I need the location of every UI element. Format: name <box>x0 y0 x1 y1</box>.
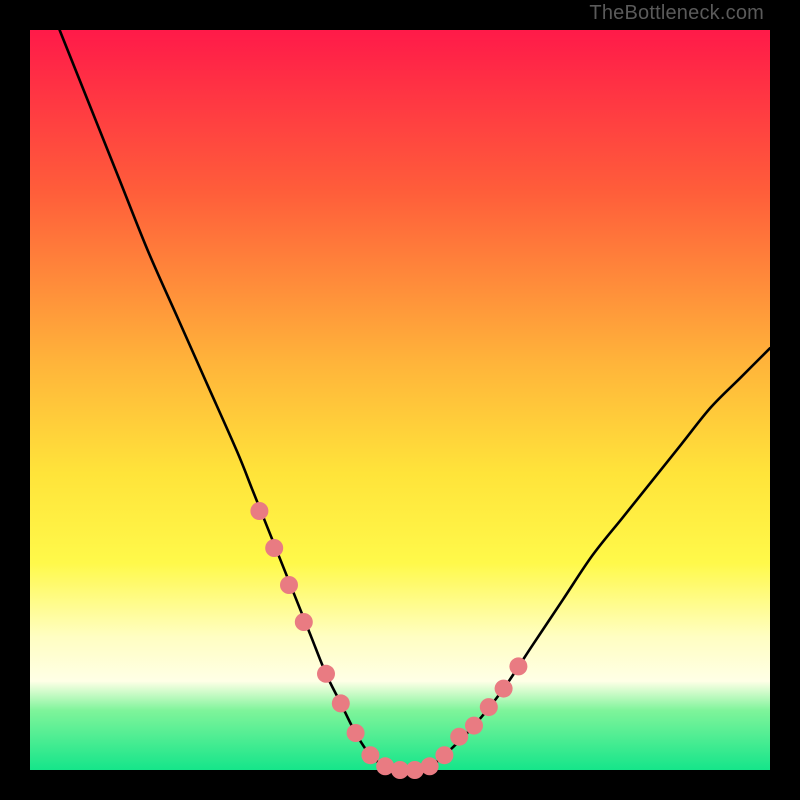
highlight-marker <box>317 665 335 683</box>
highlight-marker <box>480 698 498 716</box>
plot-area <box>30 30 770 770</box>
highlight-marker <box>421 757 439 775</box>
highlight-marker <box>435 746 453 764</box>
watermark-text: TheBottleneck.com <box>589 2 764 25</box>
highlight-marker <box>347 724 365 742</box>
highlight-marker <box>295 613 313 631</box>
highlight-marker <box>465 717 483 735</box>
highlight-marker <box>280 576 298 594</box>
bottleneck-curve <box>60 30 770 770</box>
highlight-marker <box>250 502 268 520</box>
highlight-marker <box>495 680 513 698</box>
highlight-marker <box>332 694 350 712</box>
highlight-marker <box>265 539 283 557</box>
highlight-markers <box>250 502 527 779</box>
chart-svg <box>30 30 770 770</box>
highlight-marker <box>450 728 468 746</box>
highlight-marker <box>361 746 379 764</box>
highlight-marker <box>509 657 527 675</box>
